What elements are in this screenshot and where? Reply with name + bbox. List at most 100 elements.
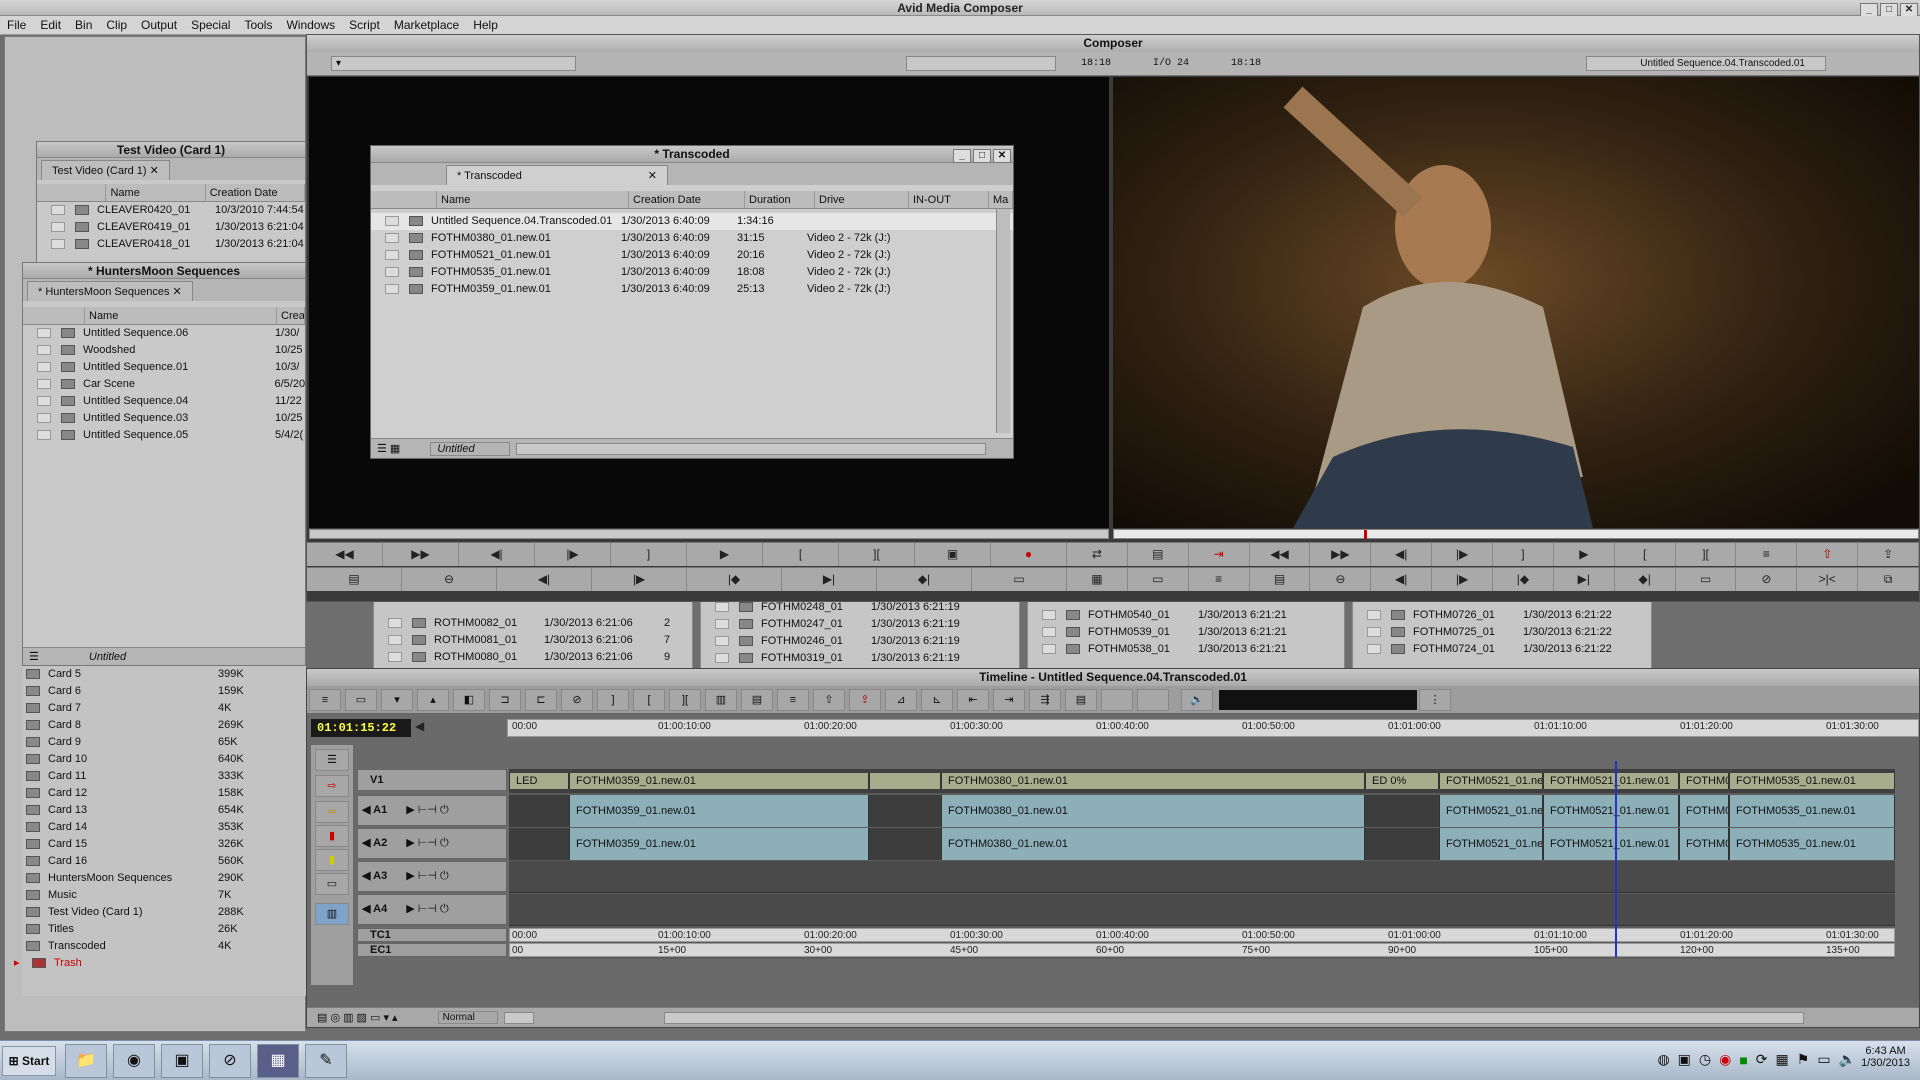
mark-in-button[interactable]: [ bbox=[763, 543, 839, 566]
record-button[interactable]: ● bbox=[991, 543, 1067, 566]
zoom-slider[interactable] bbox=[503, 1011, 534, 1024]
list-item[interactable]: Test Video (Card 1) 288K bbox=[22, 904, 306, 921]
clip-a1-535b[interactable]: FOTHM0535_01.new.01 bbox=[1729, 795, 1895, 827]
footer-icons[interactable]: ▤ ◎ ▥ ▨ ▭ ▾ ▴ bbox=[317, 1011, 398, 1024]
col-name[interactable]: Name bbox=[85, 307, 277, 324]
bin-view-icon[interactable]: ☰ ▦ bbox=[377, 442, 400, 455]
bin-tab[interactable]: * Transcoded ✕ bbox=[446, 165, 668, 185]
media-composer-icon[interactable]: ▦ bbox=[257, 1044, 299, 1078]
clip-a1-380[interactable]: FOTHM0380_01.new.01 bbox=[941, 795, 1365, 827]
checkbox[interactable] bbox=[388, 652, 402, 662]
mark-clip-button[interactable]: ][ bbox=[1676, 543, 1737, 566]
toolbar-button[interactable]: ≡ bbox=[1189, 568, 1250, 591]
menu-special[interactable]: Special bbox=[184, 16, 237, 35]
clip-a2-535b[interactable]: FOTHM0535_01.new.01 bbox=[1729, 828, 1895, 860]
timecode-right[interactable]: 18:18 bbox=[1206, 58, 1286, 69]
lift-icon[interactable]: ⇧ bbox=[813, 688, 845, 711]
list-item[interactable]: Untitled Sequence.01 10/3/ bbox=[23, 359, 305, 376]
menu-bin[interactable]: Bin bbox=[68, 16, 99, 35]
clip-a2-521a[interactable]: FOTHM0521_01.new bbox=[1439, 828, 1543, 860]
bin-view-name[interactable]: Untitled bbox=[89, 651, 126, 663]
menu-clip[interactable]: Clip bbox=[99, 16, 134, 35]
toolbar-button[interactable]: ▤ bbox=[1065, 688, 1097, 711]
volume-icon[interactable]: 🔈 bbox=[1839, 1051, 1856, 1068]
toolbar-button[interactable]: ⊖ bbox=[402, 568, 497, 591]
list-item[interactable]: Untitled Sequence.04.Transcoded.01 1/30/2… bbox=[371, 213, 1013, 230]
clip-a1-535a[interactable]: FOTHM05 bbox=[1679, 795, 1729, 827]
timecode-duration[interactable]: I/O 24 bbox=[1136, 58, 1206, 69]
horizontal-scrollbar[interactable] bbox=[516, 442, 987, 455]
list-item[interactable]: Card 6 159K bbox=[22, 683, 306, 700]
tray-icon[interactable]: ■ bbox=[1739, 1052, 1747, 1068]
clip-a2-380[interactable]: FOTHM0380_01.new.01 bbox=[941, 828, 1365, 860]
menu-output[interactable]: Output bbox=[134, 16, 184, 35]
col-creation[interactable]: Crea bbox=[277, 307, 305, 324]
track-label-a4[interactable]: ◀ A4 ▶ ⊢⊣ ⏻ bbox=[357, 894, 507, 926]
fast-forward-button[interactable]: ▶▶ bbox=[1310, 543, 1372, 566]
clip-v1-521b[interactable]: FOTHM0521_01.new.01 bbox=[1543, 773, 1679, 789]
toolbar-button[interactable]: ▶| bbox=[782, 568, 877, 591]
checkbox[interactable] bbox=[385, 250, 399, 260]
toolbar-button[interactable]: ▶| bbox=[1554, 568, 1615, 591]
list-item[interactable]: Card 5 399K bbox=[22, 666, 306, 683]
toolbar-button[interactable]: ▭ bbox=[315, 873, 349, 895]
checkbox[interactable] bbox=[715, 636, 729, 646]
gimp-icon[interactable]: ✎ bbox=[305, 1044, 347, 1078]
checkbox[interactable] bbox=[715, 602, 729, 612]
menu-help[interactable]: Help bbox=[466, 16, 505, 35]
toolbar-button[interactable]: ▥ bbox=[705, 688, 737, 711]
position-indicator[interactable] bbox=[1615, 761, 1617, 957]
checkbox[interactable] bbox=[385, 233, 399, 243]
bin-tab[interactable]: Test Video (Card 1) ✕ bbox=[41, 160, 170, 180]
timeline-menu-button[interactable]: ☰ bbox=[315, 749, 349, 771]
clip-v1-lead[interactable]: LED bbox=[509, 773, 569, 789]
list-item[interactable]: FOTHM0359_01.new.01 1/30/2013 6:40:09 25:1… bbox=[371, 281, 1013, 298]
checkbox[interactable] bbox=[37, 430, 51, 440]
list-item[interactable]: FOTHM0521_01.new.01 1/30/2013 6:40:09 20:1… bbox=[371, 247, 1013, 264]
toolbar-button[interactable]: ⊿ bbox=[885, 688, 917, 711]
col-name[interactable]: Name bbox=[437, 191, 629, 208]
list-item[interactable]: Untitled Sequence.04 11/22 bbox=[23, 393, 305, 410]
list-item[interactable]: Card 9 65K bbox=[22, 734, 306, 751]
track-label-a1[interactable]: ◀ A1 ▶ ⊢⊣ ⏻ bbox=[357, 795, 507, 827]
list-item[interactable]: Card 13 654K bbox=[22, 802, 306, 819]
col-name[interactable]: Name bbox=[106, 184, 206, 201]
timeline-timecode[interactable]: 01:01:15:22 bbox=[311, 719, 411, 737]
arrow-icon[interactable]: ⇨ bbox=[315, 801, 349, 823]
list-item[interactable]: Card 15 326K bbox=[22, 836, 306, 853]
track-controls-icon[interactable]: ▶ ⊢⊣ ⏻ bbox=[406, 804, 448, 816]
track-expand-icon[interactable]: ◀ bbox=[362, 870, 370, 882]
toolbar-button[interactable] bbox=[1137, 688, 1169, 711]
checkbox[interactable] bbox=[385, 284, 399, 294]
list-item[interactable]: Music 7K bbox=[22, 887, 306, 904]
toolbar-button[interactable]: ◀| bbox=[1371, 568, 1433, 591]
col-mark[interactable]: Ma bbox=[989, 191, 1013, 208]
checkbox[interactable] bbox=[715, 653, 729, 663]
clip-v1-535a[interactable]: FOTHM05 bbox=[1679, 773, 1729, 789]
checkbox[interactable] bbox=[1042, 627, 1056, 637]
track-expand-icon[interactable]: ◀ bbox=[362, 837, 370, 849]
track-expand-icon[interactable]: ◀ bbox=[362, 903, 370, 915]
toolbar-button[interactable]: ▦ bbox=[1067, 568, 1128, 591]
list-item[interactable]: HuntersMoon Sequences 290K bbox=[22, 870, 306, 887]
toolbar-button[interactable]: ⇄ bbox=[1067, 543, 1128, 566]
minimize-button[interactable]: _ bbox=[1860, 3, 1878, 17]
checkbox[interactable] bbox=[388, 635, 402, 645]
list-item[interactable]: Untitled Sequence.03 10/25 bbox=[23, 410, 305, 427]
toolbar-button[interactable]: ▴ bbox=[417, 688, 449, 711]
tray-icon[interactable]: ◷ bbox=[1699, 1051, 1711, 1068]
toolbar-button[interactable]: ◀| bbox=[497, 568, 592, 591]
list-item[interactable]: Transcoded 4K bbox=[22, 938, 306, 955]
clip-a2-521b[interactable]: FOTHM0521_01.new.01 bbox=[1543, 828, 1679, 860]
toolbar-button[interactable]: ⧉ bbox=[1858, 568, 1920, 591]
clip-a1-521b[interactable]: FOTHM0521_01.new.01 bbox=[1543, 795, 1679, 827]
toolbar-button[interactable] bbox=[1101, 688, 1133, 711]
clip-v1-filler[interactable] bbox=[869, 773, 941, 789]
toolbar-button[interactable]: ▭ bbox=[1676, 568, 1737, 591]
list-item[interactable]: Woodshed 10/25 bbox=[23, 342, 305, 359]
position-indicator[interactable] bbox=[1364, 530, 1367, 539]
checkbox[interactable] bbox=[37, 328, 51, 338]
menu-edit[interactable]: Edit bbox=[33, 16, 68, 35]
network-app-icon[interactable]: ▣ bbox=[161, 1044, 203, 1078]
bin-view-name[interactable]: Untitled bbox=[430, 441, 511, 456]
